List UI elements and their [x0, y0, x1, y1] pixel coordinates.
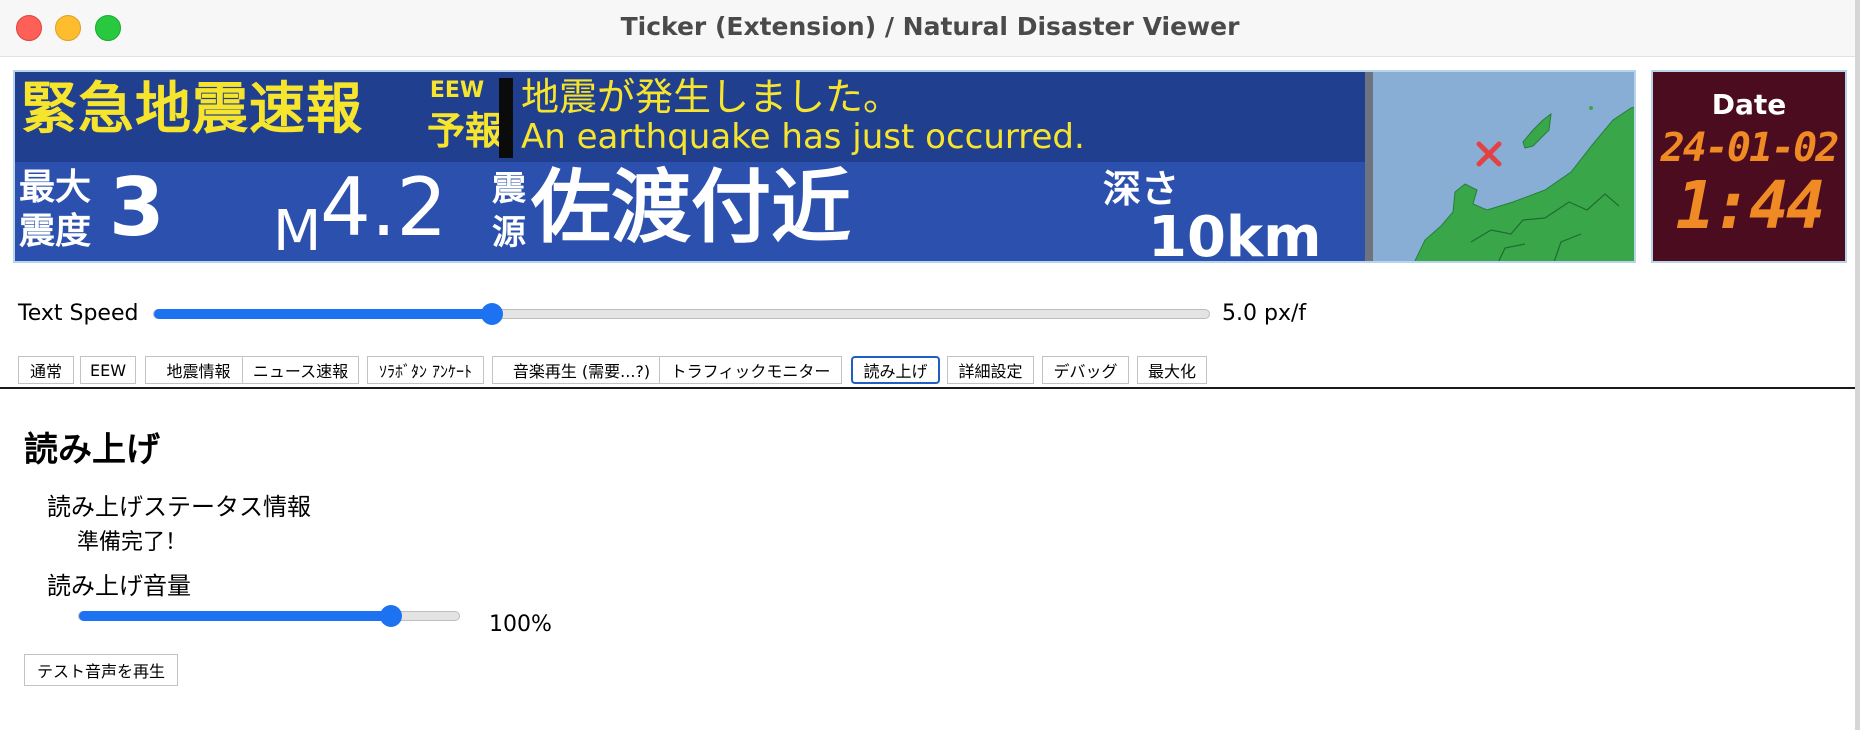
message-marker: [499, 78, 513, 158]
tts-volume-slider[interactable]: [78, 605, 460, 627]
tab-separator: [0, 387, 1860, 389]
message-japanese: 地震が発生しました。: [521, 75, 902, 119]
tts-volume-value: 100%: [489, 612, 552, 637]
magnitude-label: M: [273, 199, 322, 263]
window-title: Ticker (Extension) / Natural Disaster Vi…: [620, 12, 1240, 41]
tab-normal[interactable]: 通常: [18, 356, 74, 384]
window-right-edge: [1855, 0, 1860, 730]
tab-text-to-speech[interactable]: 読み上げ: [851, 356, 940, 384]
tab-breaking-news[interactable]: ニュース速報: [242, 356, 359, 384]
map-small-island: [1589, 106, 1593, 110]
tts-status-value: 準備完了！: [77, 530, 188, 555]
tts-volume-label: 読み上げ音量: [47, 572, 191, 600]
text-speed-label: Text Speed: [18, 301, 139, 326]
epicenter-map: [1373, 72, 1634, 261]
date-display: 24-01-02: [1660, 125, 1840, 171]
tab-debug[interactable]: デバッグ: [1042, 356, 1129, 384]
depth-label: 深さ: [1103, 167, 1180, 211]
tab-earthquake-info[interactable]: 地震情報: [145, 356, 252, 384]
tts-volume-slider-knob[interactable]: [379, 605, 402, 627]
panel-title: 読み上げ: [24, 430, 160, 470]
tab-maximize[interactable]: 最大化: [1137, 356, 1207, 384]
date-label: Date: [1711, 88, 1787, 121]
tab-advanced-settings[interactable]: 詳細設定: [947, 356, 1034, 384]
tab-eew[interactable]: EEW: [80, 356, 136, 384]
play-test-voice-button[interactable]: テスト音声を再生: [24, 654, 178, 686]
forecast-tag: 予報: [427, 109, 504, 153]
depth-value: 10km: [1148, 205, 1322, 263]
text-speed-slider-fill: [154, 309, 492, 319]
eew-tag: EEW: [429, 78, 485, 103]
tts-status-label: 読み上げステータス情報: [47, 493, 311, 521]
tab-traffic-monitor[interactable]: トラフィックモニター: [659, 356, 842, 384]
epicenter-label-bottom: 源: [492, 213, 526, 253]
banner-divider: [1365, 72, 1373, 261]
max-intensity-label-bottom: 震度: [19, 211, 92, 252]
eew-ticker-banner: 緊急地震速報 EEW 予報 地震が発生しました。 An earthquake h…: [13, 70, 1636, 263]
date-clock-panel: Date 24-01-02 1:44: [1651, 70, 1847, 263]
tab-sorabotan-survey[interactable]: ｿﾗﾎﾞﾀﾝ ｱﾝｹｰﾄ: [367, 356, 484, 384]
title-bar: Ticker (Extension) / Natural Disaster Vi…: [0, 0, 1860, 57]
text-speed-slider[interactable]: [153, 303, 1210, 325]
tab-music-playback[interactable]: 音楽再生 (需要...?): [492, 356, 671, 384]
text-speed-value: 5.0 px/f: [1222, 301, 1307, 326]
message-english: An earthquake has just occurred.: [521, 117, 1085, 157]
magnitude-value: 4.2: [320, 161, 448, 254]
epicenter-label-top: 震: [492, 169, 526, 209]
max-intensity-label-top: 最大: [19, 167, 92, 208]
tts-volume-slider-fill: [79, 611, 391, 621]
text-speed-slider-knob[interactable]: [480, 303, 503, 325]
max-intensity-value: 3: [109, 161, 165, 254]
eew-headline: 緊急地震速報: [21, 77, 363, 142]
time-display: 1:44: [1675, 167, 1826, 244]
epicenter-value: 佐渡付近: [531, 161, 851, 254]
